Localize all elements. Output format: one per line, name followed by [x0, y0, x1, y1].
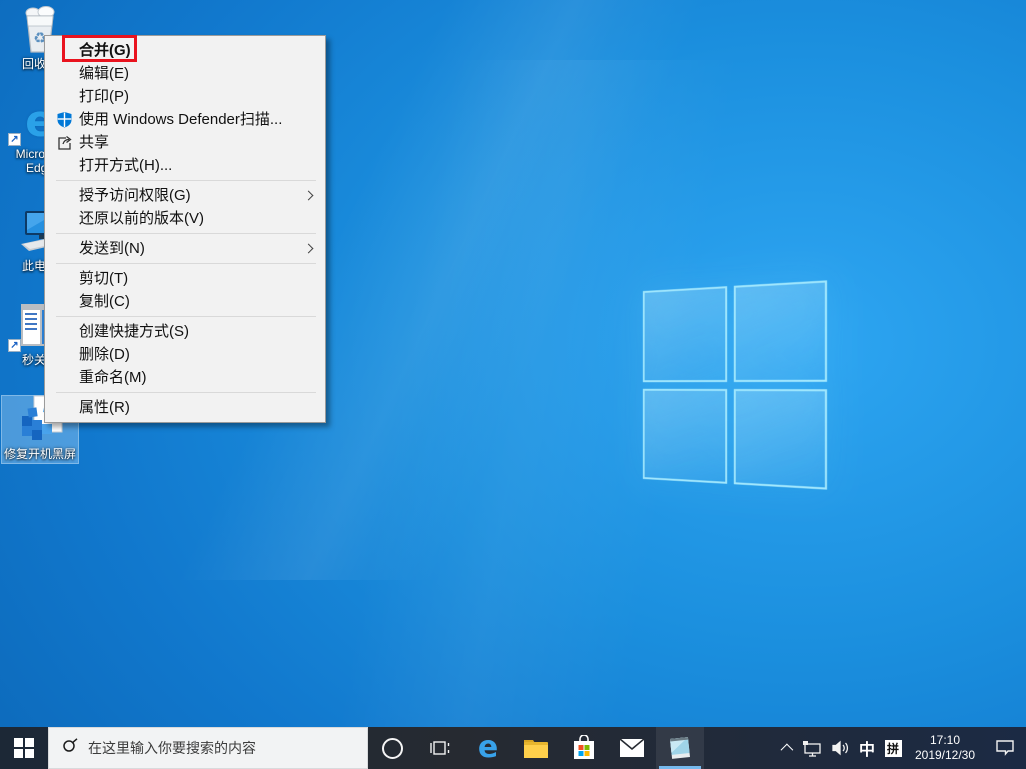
taskbar-search[interactable]	[48, 727, 368, 769]
cortana-icon	[382, 738, 403, 759]
cortana-button[interactable]	[368, 727, 416, 769]
ethernet-network-icon	[802, 740, 822, 757]
search-icon	[62, 737, 79, 759]
mail-icon	[619, 738, 645, 758]
action-center-button[interactable]	[984, 727, 1026, 769]
windows-desktop: ♻ 回收站 e ↗ Microsoft Edge 此电脑	[0, 0, 1026, 769]
windows-start-icon	[14, 738, 34, 758]
notepad-taskbar-button[interactable]	[656, 727, 704, 769]
submenu-arrow-icon	[304, 244, 314, 254]
microsoft-store-icon	[572, 735, 596, 761]
menu-item-create-shortcut[interactable]: 创建快捷方式(S)	[45, 320, 325, 343]
taskbar: e	[0, 727, 1026, 769]
show-hidden-icons-button[interactable]	[772, 727, 798, 769]
windows-logo	[643, 280, 827, 489]
menu-separator	[56, 392, 316, 393]
task-view-icon	[430, 739, 450, 757]
defender-shield-icon	[56, 111, 73, 128]
file-explorer-icon	[523, 737, 549, 759]
menu-item-give-access[interactable]: 授予访问权限(G)	[45, 184, 325, 207]
shortcut-arrow-icon: ↗	[8, 339, 21, 352]
notepad-icon	[667, 735, 693, 761]
network-button[interactable]	[798, 727, 826, 769]
menu-separator	[56, 316, 316, 317]
desktop-icon-label: 修复开机黑屏	[2, 447, 78, 461]
pinyin-ime-icon: 拼	[885, 740, 902, 757]
menu-item-delete[interactable]: 删除(D)	[45, 343, 325, 366]
menu-item-merge[interactable]: 合并(G)	[45, 39, 325, 62]
ime-mode-button[interactable]: 拼	[880, 727, 906, 769]
menu-item-properties[interactable]: 属性(R)	[45, 396, 325, 419]
ime-language-button[interactable]: 中	[854, 727, 880, 769]
start-button[interactable]	[0, 727, 48, 769]
task-view-button[interactable]	[416, 727, 464, 769]
menu-item-defender-scan[interactable]: 使用 Windows Defender扫描...	[45, 108, 325, 131]
menu-item-open-with[interactable]: 打开方式(H)...	[45, 154, 325, 177]
submenu-arrow-icon	[304, 191, 314, 201]
menu-item-edit[interactable]: 编辑(E)	[45, 62, 325, 85]
volume-button[interactable]	[826, 727, 854, 769]
system-tray: 中 拼 17:10 2019/12/30	[772, 727, 1026, 769]
share-icon	[56, 134, 73, 151]
edge-icon: e	[478, 733, 498, 763]
menu-separator	[56, 180, 316, 181]
menu-item-restore-versions[interactable]: 还原以前的版本(V)	[45, 207, 325, 230]
search-input[interactable]	[88, 740, 348, 756]
tray-date: 2019/12/30	[915, 748, 975, 763]
edge-taskbar-button[interactable]: e	[464, 727, 512, 769]
menu-separator	[56, 233, 316, 234]
mail-button[interactable]	[608, 727, 656, 769]
microsoft-store-button[interactable]	[560, 727, 608, 769]
menu-item-print[interactable]: 打印(P)	[45, 85, 325, 108]
action-center-icon	[995, 739, 1015, 757]
menu-separator	[56, 263, 316, 264]
speaker-icon	[831, 740, 850, 756]
menu-item-rename[interactable]: 重命名(M)	[45, 366, 325, 389]
menu-item-copy[interactable]: 复制(C)	[45, 290, 325, 313]
menu-item-cut[interactable]: 剪切(T)	[45, 267, 325, 290]
menu-item-send-to[interactable]: 发送到(N)	[45, 237, 325, 260]
file-explorer-button[interactable]	[512, 727, 560, 769]
menu-item-share[interactable]: 共享	[45, 131, 325, 154]
context-menu: 合并(G) 编辑(E) 打印(P) 使用 Windows Defender扫描.…	[44, 35, 326, 423]
chevron-up-icon	[780, 743, 793, 756]
clock-button[interactable]: 17:10 2019/12/30	[906, 727, 984, 769]
shortcut-arrow-icon: ↗	[8, 133, 21, 146]
tray-time: 17:10	[915, 733, 975, 748]
